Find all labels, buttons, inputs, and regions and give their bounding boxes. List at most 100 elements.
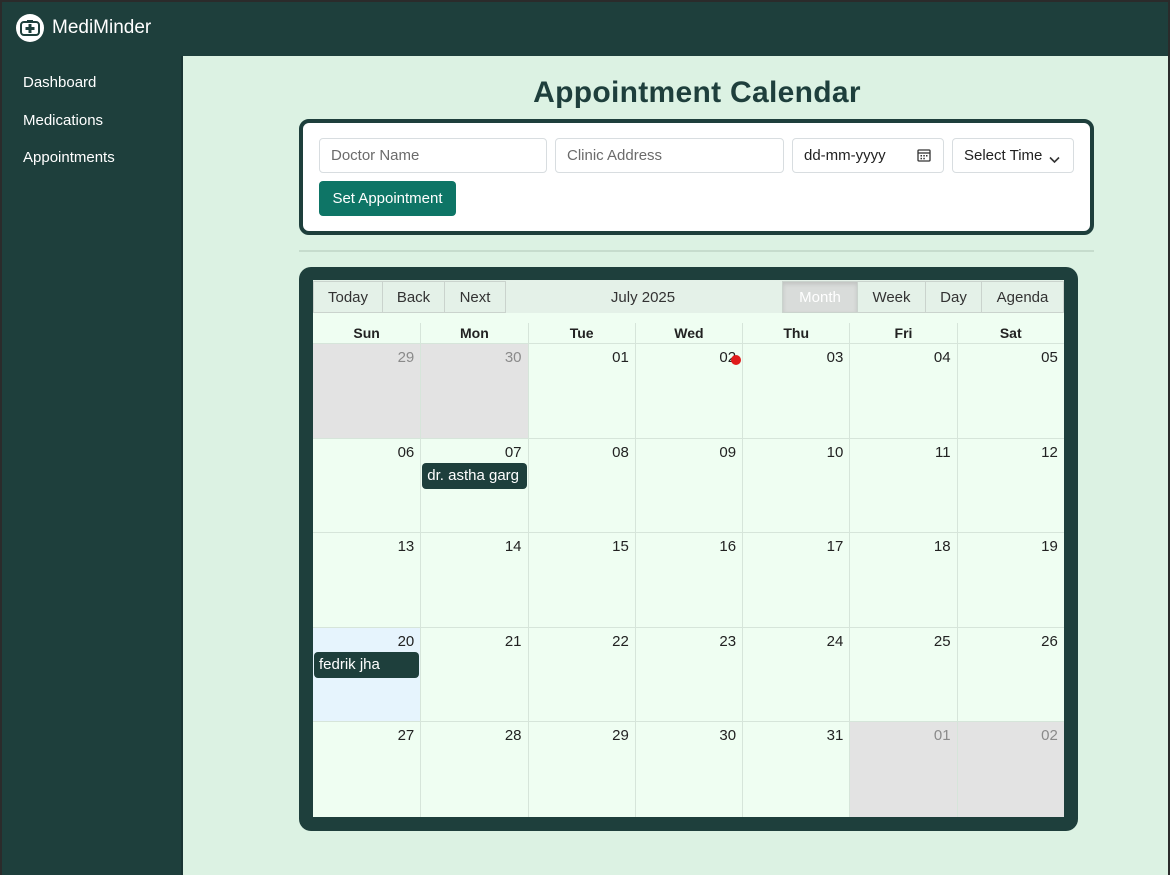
calendar-day-cell[interactable]: 29 bbox=[313, 344, 421, 438]
calendar-day-cell[interactable]: 08 bbox=[527, 438, 635, 533]
day-number[interactable]: 30 bbox=[719, 727, 736, 744]
back-button[interactable]: Back bbox=[382, 281, 445, 313]
calendar-day-cell[interactable]: 04 bbox=[849, 344, 956, 438]
weekday-label: Sun bbox=[353, 325, 380, 341]
calendar-day-cell[interactable]: 28 bbox=[420, 722, 527, 817]
clinic-address-input[interactable] bbox=[555, 138, 784, 173]
calendar-day-cell[interactable]: 01 bbox=[849, 722, 957, 817]
day-number[interactable]: 11 bbox=[935, 444, 951, 461]
calendar-day-cell[interactable]: 21 bbox=[420, 627, 527, 722]
day-number[interactable]: 24 bbox=[827, 633, 844, 650]
calendar-day-cell[interactable]: 09 bbox=[634, 438, 742, 533]
day-number[interactable]: 01 bbox=[934, 727, 951, 744]
day-number[interactable]: 19 bbox=[1041, 538, 1058, 555]
appointment-form: dd-mm-yyyy Select Time Set Appointment bbox=[299, 119, 1094, 235]
calendar-day-cell[interactable]: 12 bbox=[956, 438, 1064, 533]
day-number[interactable]: 16 bbox=[719, 538, 736, 555]
day-number[interactable]: 05 bbox=[1041, 349, 1058, 366]
view-agenda-button[interactable]: Agenda bbox=[981, 281, 1064, 313]
date-input[interactable]: dd-mm-yyyy bbox=[792, 138, 944, 173]
day-number[interactable]: 01 bbox=[612, 349, 629, 366]
time-select[interactable]: Select Time bbox=[952, 138, 1074, 173]
day-number[interactable]: 20 bbox=[398, 633, 415, 650]
day-number[interactable]: 23 bbox=[719, 633, 736, 650]
sidebar-item-dashboard[interactable]: Dashboard bbox=[0, 56, 181, 94]
day-number[interactable]: 27 bbox=[398, 727, 415, 744]
calendar-day-cell[interactable]: 22 bbox=[527, 627, 635, 722]
calendar-day-cell[interactable]: 30 bbox=[420, 344, 528, 438]
doctor-name-input[interactable] bbox=[319, 138, 547, 173]
calendar-day-cell[interactable]: 17 bbox=[742, 533, 849, 627]
day-number[interactable]: 15 bbox=[612, 538, 629, 555]
day-number[interactable]: 07 bbox=[505, 444, 522, 461]
day-number[interactable]: 13 bbox=[398, 538, 415, 555]
day-number[interactable]: 06 bbox=[398, 444, 415, 461]
view-week-button[interactable]: Week bbox=[857, 281, 926, 313]
calendar-week-row: 20 fedrik jha 21 22 23 24 25 26 bbox=[313, 627, 1064, 723]
sidebar: Dashboard Medications Appointments bbox=[0, 56, 181, 875]
sidebar-item-appointments[interactable]: Appointments bbox=[0, 131, 181, 169]
calendar-day-cell[interactable]: 14 bbox=[420, 533, 527, 627]
calendar-day-cell[interactable]: 03 bbox=[742, 344, 849, 438]
day-number[interactable]: 03 bbox=[827, 349, 844, 366]
day-number[interactable]: 17 bbox=[827, 538, 844, 555]
top-bar: MediMinder bbox=[0, 0, 1170, 56]
calendar-day-cell[interactable]: 16 bbox=[634, 533, 742, 627]
set-appointment-button[interactable]: Set Appointment bbox=[319, 181, 456, 216]
calendar-day-cell[interactable]: 25 bbox=[849, 627, 956, 722]
view-month-button[interactable]: Month bbox=[782, 281, 858, 313]
weekday-label: Sat bbox=[956, 323, 1064, 343]
day-number[interactable]: 31 bbox=[827, 727, 844, 744]
day-number[interactable]: 21 bbox=[505, 633, 522, 650]
day-number[interactable]: 08 bbox=[612, 444, 629, 461]
calendar-day-cell[interactable]: 27 bbox=[313, 722, 420, 817]
next-button[interactable]: Next bbox=[444, 281, 506, 313]
page-title: Appointment Calendar bbox=[533, 76, 861, 109]
calendar-day-cell[interactable]: 07 dr. astha garg bbox=[420, 438, 528, 533]
calendar-day-cell[interactable]: 13 bbox=[313, 533, 420, 627]
day-number[interactable]: 12 bbox=[1041, 444, 1058, 461]
day-number[interactable]: 02 bbox=[1041, 727, 1058, 744]
calendar-day-cell[interactable]: 05 bbox=[956, 344, 1064, 438]
day-number[interactable]: 10 bbox=[827, 444, 844, 461]
day-number[interactable]: 26 bbox=[1041, 633, 1058, 650]
calendar-day-cell[interactable]: 26 bbox=[956, 627, 1064, 722]
weekday-label: Wed bbox=[634, 323, 742, 343]
app-title[interactable]: MediMinder bbox=[52, 17, 151, 39]
calendar-day-cell[interactable]: 18 bbox=[849, 533, 956, 627]
today-button[interactable]: Today bbox=[313, 281, 383, 313]
calendar-day-cell[interactable]: 31 bbox=[742, 722, 849, 817]
view-day-button[interactable]: Day bbox=[925, 281, 982, 313]
day-number[interactable]: 14 bbox=[505, 538, 522, 555]
weekday-label: Mon bbox=[420, 323, 527, 343]
calendar-day-cell[interactable]: 30 bbox=[634, 722, 742, 817]
day-number[interactable]: 25 bbox=[934, 633, 951, 650]
day-number[interactable]: 18 bbox=[934, 538, 951, 555]
calendar-day-cell[interactable]: 02 bbox=[634, 344, 742, 438]
calendar-event[interactable]: fedrik jha bbox=[314, 651, 419, 678]
day-number[interactable]: 04 bbox=[934, 349, 951, 366]
sidebar-item-medications[interactable]: Medications bbox=[0, 94, 181, 132]
calendar-day-cell[interactable]: 10 bbox=[742, 438, 849, 533]
calendar-day-cell[interactable]: 19 bbox=[956, 533, 1064, 627]
calendar-day-cell[interactable]: 24 bbox=[742, 627, 849, 722]
calendar-day-cell[interactable]: 06 bbox=[313, 439, 420, 533]
calendar-day-cell[interactable]: 23 bbox=[634, 627, 742, 722]
calendar-day-cell[interactable]: 01 bbox=[527, 344, 635, 438]
calendar-week-row: 13 14 15 16 17 18 19 bbox=[313, 533, 1064, 628]
calendar-day-cell[interactable]: 15 bbox=[527, 533, 635, 627]
calendar-event[interactable]: dr. astha garg bbox=[422, 462, 528, 489]
day-number[interactable]: 29 bbox=[398, 349, 415, 366]
day-number[interactable]: 22 bbox=[612, 633, 629, 650]
day-number[interactable]: 29 bbox=[612, 727, 629, 744]
event-indicator-dot bbox=[731, 355, 741, 365]
calendar-icon[interactable] bbox=[917, 148, 931, 166]
day-number[interactable]: 28 bbox=[505, 727, 522, 744]
calendar-day-cell[interactable]: 20 fedrik jha bbox=[313, 627, 421, 722]
day-number[interactable]: 09 bbox=[719, 444, 736, 461]
calendar-day-cell[interactable]: 29 bbox=[527, 722, 635, 817]
calendar-day-cell[interactable]: 11 bbox=[849, 438, 956, 533]
day-number[interactable]: 30 bbox=[505, 349, 522, 366]
medical-cross-icon[interactable] bbox=[16, 14, 44, 42]
calendar-day-cell[interactable]: 02 bbox=[956, 722, 1064, 817]
